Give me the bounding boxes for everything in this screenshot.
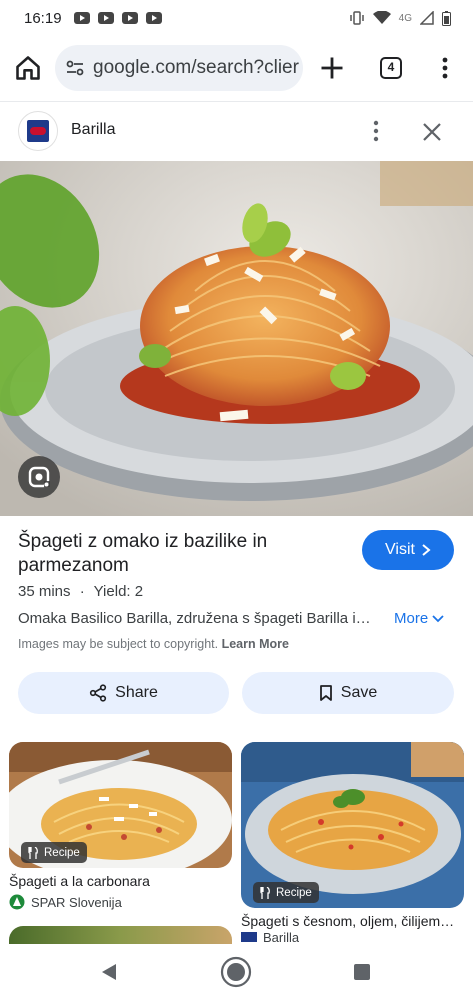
youtube-notification-icon <box>97 12 114 24</box>
copyright-text: Images may be subject to copyright. <box>18 637 219 651</box>
recipe-badge: Recipe <box>21 842 87 863</box>
system-nav-bar <box>0 944 473 1000</box>
related-card-aglio-olio[interactable]: Recipe Špageti s česnom, oljem, čilijem…… <box>241 742 464 942</box>
recents-icon[interactable] <box>354 964 370 980</box>
utensils-icon <box>260 886 270 899</box>
card-source-name: Barilla <box>263 932 300 942</box>
browser-toolbar: google.com/search?clier 4 <box>0 42 473 94</box>
url-text: google.com/search?clier <box>93 57 299 78</box>
card-title: Špageti s česnom, oljem, čilijem… <box>241 913 455 929</box>
back-icon[interactable] <box>100 963 118 981</box>
youtube-notification-icon <box>145 12 162 24</box>
plus-icon[interactable] <box>318 54 346 82</box>
recipe-badge-label: Recipe <box>276 886 312 899</box>
site-settings-icon[interactable] <box>65 58 85 78</box>
utensils-icon <box>28 846 38 859</box>
chevron-right-icon <box>422 544 431 556</box>
address-bar[interactable]: google.com/search?clier <box>55 45 303 91</box>
barilla-logo <box>18 111 58 151</box>
more-button[interactable]: More <box>394 610 444 627</box>
recipe-yield: Yield: 2 <box>93 583 144 600</box>
network-type: 4G <box>398 12 412 24</box>
spar-logo-icon <box>9 894 25 910</box>
meta-separator: · <box>79 583 85 600</box>
status-time: 16:19 <box>24 9 62 27</box>
bookmark-icon <box>319 685 332 701</box>
barilla-logo-icon <box>241 932 257 942</box>
card-image[interactable]: Recipe <box>241 742 464 908</box>
status-bar: 16:19 4G <box>0 0 473 36</box>
related-card-partial[interactable] <box>9 926 232 944</box>
recipe-meta: 35 mins · Yield: 2 <box>18 583 143 600</box>
card-image[interactable]: Recipe <box>9 742 232 868</box>
home-icon[interactable] <box>14 54 42 82</box>
signal-icon <box>420 11 434 25</box>
recipe-badge: Recipe <box>253 882 319 903</box>
site-name[interactable]: Barilla <box>71 121 115 139</box>
share-label: Share <box>115 684 158 701</box>
visit-button[interactable]: Visit <box>362 530 454 570</box>
youtube-notification-icon <box>121 12 138 24</box>
visit-label: Visit <box>385 541 415 558</box>
chevron-down-icon <box>432 614 444 622</box>
lens-icon[interactable] <box>18 456 60 498</box>
share-icon <box>90 684 107 702</box>
save-label: Save <box>340 684 378 701</box>
more-label: More <box>394 610 429 627</box>
save-button[interactable]: Save <box>242 672 454 714</box>
card-source-name: SPAR Slovenija <box>31 894 122 910</box>
tab-switcher-button[interactable]: 4 <box>380 57 402 79</box>
recipe-duration: 35 mins <box>18 583 71 600</box>
card-source: Barilla <box>241 932 299 942</box>
card-title: Špageti a la carbonara <box>9 873 150 889</box>
share-button[interactable]: Share <box>18 672 229 714</box>
battery-icon <box>442 10 451 26</box>
recipe-badge-label: Recipe <box>44 846 80 859</box>
more-vert-icon[interactable] <box>436 54 454 82</box>
recipe-title: Špageti z omako iz bazilike in parmezano… <box>18 531 268 576</box>
youtube-notification-icon <box>73 12 90 24</box>
recipe-description: Omaka Basilico Barilla, združena s špage… <box>18 610 371 627</box>
more-vert-icon[interactable] <box>368 118 384 144</box>
status-indicators: 4G <box>349 10 451 26</box>
copyright-notice: Images may be subject to copyright. Lear… <box>18 637 289 651</box>
recipe-hero-image[interactable] <box>0 161 473 516</box>
learn-more-link[interactable]: Learn More <box>222 637 289 651</box>
nav-home-icon[interactable] <box>220 956 252 988</box>
related-card-carbonara[interactable]: Recipe Špageti a la carbonara SPAR Slove… <box>9 742 232 912</box>
vibrate-icon <box>349 11 364 25</box>
close-icon[interactable] <box>420 120 444 144</box>
card-source: SPAR Slovenija <box>9 894 122 910</box>
wifi-icon <box>372 11 391 24</box>
result-site-header: Barilla <box>0 101 473 161</box>
